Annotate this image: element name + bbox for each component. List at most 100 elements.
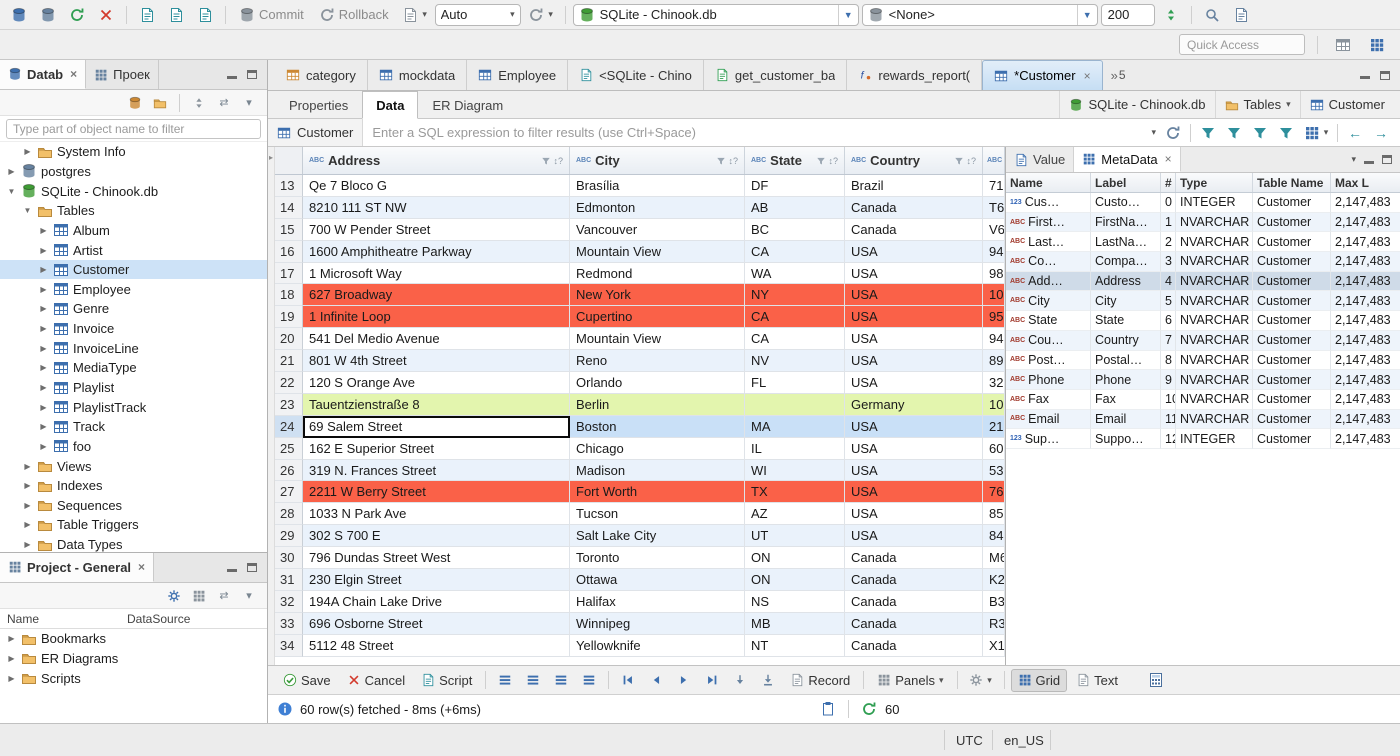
perspective-dbeaver-icon[interactable] xyxy=(1364,33,1390,57)
row-number-cell[interactable]: 32 xyxy=(275,590,303,613)
sort-indicator-icon[interactable]: ↕? xyxy=(966,156,976,166)
transaction-mode-icon[interactable]: ▾ xyxy=(398,3,432,27)
row-number-cell[interactable]: 16 xyxy=(275,240,303,263)
cell-state[interactable]: CA xyxy=(745,328,845,351)
meta-row[interactable]: ABC Cou… Country 7 NVARCHAR Customer 2,147,483 xyxy=(1006,330,1400,351)
cell-city[interactable]: Boston xyxy=(570,415,745,438)
cell-postalcode[interactable]: 60 xyxy=(983,437,1005,460)
refresh-icon[interactable] xyxy=(1160,121,1186,145)
link-with-editor-icon[interactable]: ⇄ xyxy=(214,93,234,113)
cell-postalcode[interactable]: 94 xyxy=(983,328,1005,351)
new-connection-icon[interactable] xyxy=(6,3,32,27)
cell-address[interactable]: 1 Microsoft Way xyxy=(303,262,570,285)
expand-arrow-icon[interactable]: ▶ xyxy=(6,674,17,683)
row-number-cell[interactable]: 28 xyxy=(275,503,303,526)
maximize-icon[interactable] xyxy=(247,70,257,79)
cell-state[interactable]: WI xyxy=(745,459,845,482)
cell-city[interactable]: Berlin xyxy=(570,393,745,416)
grid-view-button[interactable]: Grid xyxy=(1010,668,1068,692)
sql-history-icon[interactable]: ▾ xyxy=(524,3,558,27)
cell-state[interactable]: AB xyxy=(745,196,845,219)
cell-country[interactable]: USA xyxy=(845,437,983,460)
column-header-address[interactable]: ABC Address ↕? xyxy=(303,147,570,174)
meta-column-label[interactable]: Label xyxy=(1091,173,1161,192)
meta-column-type[interactable]: Type xyxy=(1176,173,1253,192)
layout-icon[interactable] xyxy=(189,586,209,606)
expand-arrow-icon[interactable]: ▶ xyxy=(6,654,17,663)
tree-item-customer[interactable]: ▶ Customer xyxy=(0,259,267,280)
cell-state[interactable]: CA xyxy=(745,240,845,263)
maximize-icon[interactable] xyxy=(1382,155,1392,164)
save-button[interactable]: Save xyxy=(276,669,338,692)
cell-address[interactable]: 696 Osborne Street xyxy=(303,612,570,635)
expand-arrow-icon[interactable]: ▶ xyxy=(38,383,49,392)
cell-address[interactable]: 319 N. Frances Street xyxy=(303,459,570,482)
add-row-icon[interactable] xyxy=(520,668,546,692)
cell-country[interactable]: USA xyxy=(845,328,983,351)
tab-project-general[interactable]: Project - General × xyxy=(0,553,155,582)
cell-country[interactable]: USA xyxy=(845,306,983,329)
expand-arrow-icon[interactable]: ▶ xyxy=(22,520,33,529)
editor-tab-get-customer-ba[interactable]: get_customer_ba xyxy=(704,60,848,90)
cell-address[interactable]: Qe 7 Bloco G xyxy=(303,175,570,197)
cell-country[interactable]: USA xyxy=(845,525,983,548)
row-number-cell[interactable]: 31 xyxy=(275,569,303,591)
minimize-icon[interactable] xyxy=(227,70,237,80)
data-transfer-icon[interactable] xyxy=(1228,3,1254,27)
tree-item-invoiceline[interactable]: ▶ InvoiceLine xyxy=(0,338,267,358)
tab-database-navigator[interactable]: Datab × xyxy=(0,60,87,89)
filter-set-icon[interactable] xyxy=(1195,121,1221,145)
datasource-combo[interactable]: SQLite - Chinook.db ▼ xyxy=(572,3,859,26)
cell-address[interactable]: 541 Del Medio Avenue xyxy=(303,328,570,351)
editor-tab-sqlite-chino[interactable]: <SQLite - Chino xyxy=(568,60,704,90)
collapse-all-icon[interactable] xyxy=(189,93,209,113)
cell-postalcode[interactable]: 10 xyxy=(983,393,1005,416)
next-record-icon[interactable] xyxy=(671,668,697,692)
meta-row[interactable]: ABC Post… Postal… 8 NVARCHAR Customer 2,147,48… xyxy=(1006,350,1400,371)
tree-item-indexes[interactable]: ▶ Indexes xyxy=(0,476,267,496)
cell-postalcode[interactable]: B3 xyxy=(983,590,1005,613)
tab-properties[interactable]: Properties xyxy=(275,91,362,119)
cell-postalcode[interactable]: 21 xyxy=(983,415,1005,438)
record-mode-button[interactable]: Record xyxy=(783,669,857,692)
view-menu-icon[interactable]: ▾ xyxy=(239,93,259,113)
settings-gear-icon[interactable]: ▾ xyxy=(964,668,998,692)
close-icon[interactable]: × xyxy=(70,67,77,81)
cell-postalcode[interactable]: 95 xyxy=(983,306,1005,329)
tab-metadata[interactable]: MetaData × xyxy=(1074,147,1181,172)
cell-postalcode[interactable]: R3 xyxy=(983,612,1005,635)
quick-access-input[interactable] xyxy=(1179,34,1305,55)
collapse-arrow-icon[interactable]: ▼ xyxy=(22,206,33,215)
calc-panel-icon[interactable] xyxy=(1143,668,1169,692)
previous-record-icon[interactable] xyxy=(643,668,669,692)
cell-state[interactable]: ON xyxy=(745,569,845,591)
cell-city[interactable]: Cupertino xyxy=(570,306,745,329)
chevron-down-icon[interactable]: ▾ xyxy=(1286,99,1291,110)
breadcrumb-sqlite-chinook-db[interactable]: SQLite - Chinook.db xyxy=(1059,91,1214,118)
cell-city[interactable]: Toronto xyxy=(570,547,745,570)
cell-country[interactable]: USA xyxy=(845,284,983,307)
meta-row[interactable]: ABC Phone Phone 9 NVARCHAR Customer 2,147,483 xyxy=(1006,370,1400,390)
cell-address[interactable]: 302 S 700 E xyxy=(303,525,570,548)
tree-item-sequences[interactable]: ▶ Sequences xyxy=(0,496,267,516)
cell-city[interactable]: Madison xyxy=(570,459,745,482)
expand-arrow-icon[interactable]: ▶ xyxy=(6,167,17,176)
cell-city[interactable]: Yellowknife xyxy=(570,634,745,657)
cell-state[interactable]: NY xyxy=(745,284,845,307)
locale-indicator[interactable]: en_US xyxy=(1004,724,1044,756)
project-item-bookmarks[interactable]: ▶ Bookmarks xyxy=(0,629,267,649)
delete-row-icon[interactable] xyxy=(576,668,602,692)
editor-tab-employee[interactable]: Employee xyxy=(467,60,569,90)
cell-city[interactable]: Orlando xyxy=(570,372,745,394)
cell-postalcode[interactable]: 10 xyxy=(983,284,1005,307)
view-settings-icon[interactable]: ▾ xyxy=(1299,121,1333,145)
output-console-icon[interactable] xyxy=(820,701,836,717)
expand-arrow-icon[interactable]: ▶ xyxy=(38,246,49,255)
tree-item-employee[interactable]: ▶ Employee xyxy=(0,279,267,299)
cell-city[interactable]: Redmond xyxy=(570,262,745,285)
cell-address[interactable]: 1600 Amphitheatre Parkway xyxy=(303,240,570,263)
tree-item-playlisttrack[interactable]: ▶ PlaylistTrack xyxy=(0,397,267,417)
cell-state[interactable]: CA xyxy=(745,306,845,329)
cell-address[interactable]: 627 Broadway xyxy=(303,284,570,307)
cell-postalcode[interactable]: 85 xyxy=(983,503,1005,526)
